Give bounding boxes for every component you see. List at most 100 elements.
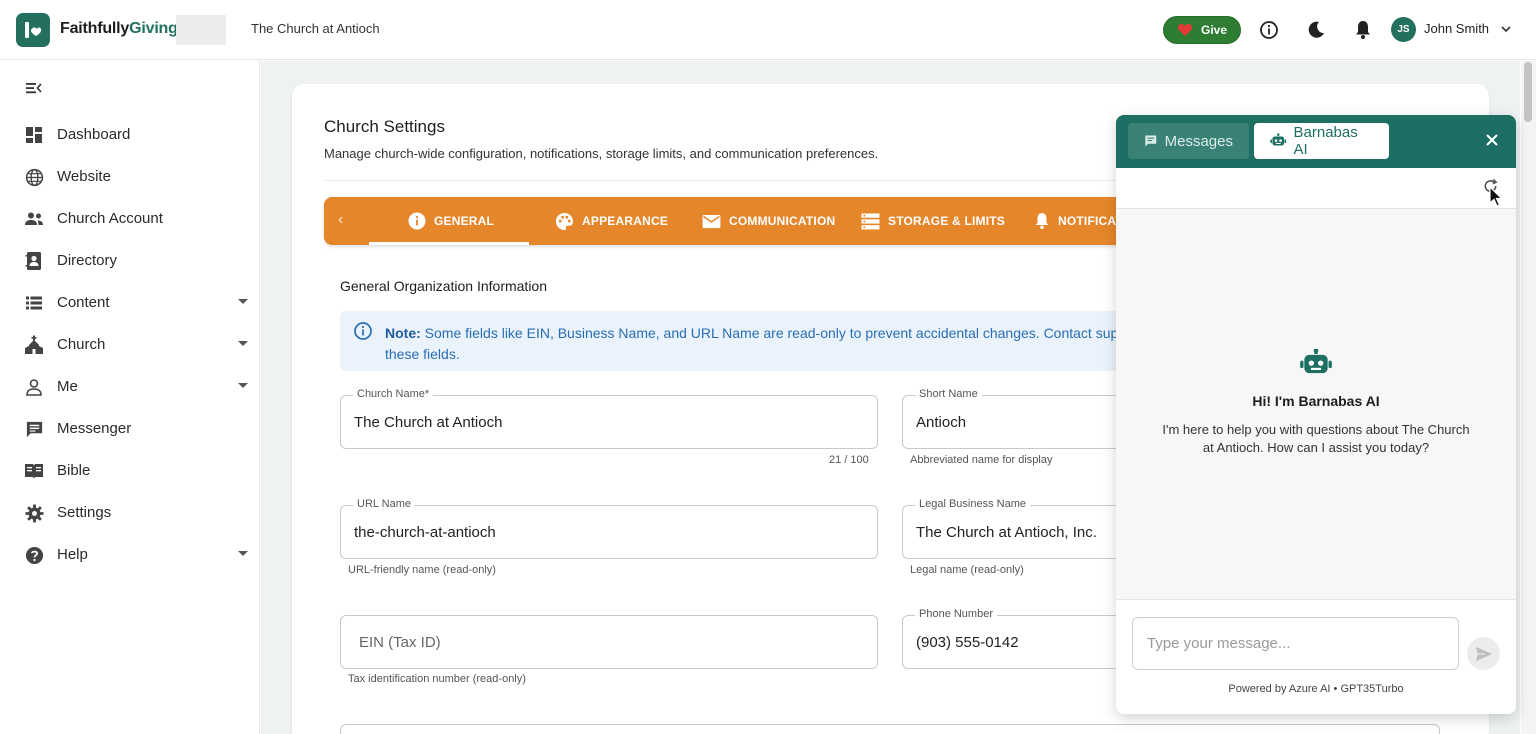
sidebar-item-label: Church <box>57 336 106 353</box>
people-icon <box>24 209 44 229</box>
field-value: (903) 555-0142 <box>916 634 1019 651</box>
page-scrollbar[interactable] <box>1521 61 1536 734</box>
url-name-field[interactable]: URL Name the-church-at-antioch <box>340 498 878 559</box>
bell-icon[interactable] <box>1351 18 1375 42</box>
send-button[interactable] <box>1467 637 1500 670</box>
sidebar-item-content[interactable]: Content <box>0 283 260 323</box>
tab-label: STORAGE & LIMITS <box>888 214 1005 228</box>
tab-general[interactable]: GENERAL <box>408 197 494 245</box>
caret-down-icon <box>238 383 248 388</box>
palette-icon <box>555 212 574 230</box>
chat-tab-label: Barnabas AI <box>1293 124 1358 158</box>
storage-icon <box>861 212 880 229</box>
tab-label: NOTIFICATIONS <box>1058 214 1124 228</box>
field-helper: Legal name (read-only) <box>910 564 1024 576</box>
info-icon <box>353 321 373 346</box>
tab-storage-limits[interactable]: STORAGE & LIMITS <box>861 197 1005 245</box>
ai-intro: I'm here to help you with questions abou… <box>1162 422 1470 455</box>
sidebar: Dashboard Website Church Account Directo… <box>0 60 260 734</box>
sidebar-item-label: Me <box>57 378 78 395</box>
sidebar-item-label: Messenger <box>57 420 132 437</box>
sidebar-item-bible[interactable]: Bible <box>0 451 260 491</box>
sidebar-item-me[interactable]: Me <box>0 367 260 407</box>
chat-tab-messages[interactable]: Messages <box>1128 123 1249 159</box>
caret-down-icon <box>238 341 248 346</box>
field-helper: Tax identification number (read-only) <box>348 673 526 685</box>
sidebar-item-website[interactable]: Website <box>0 157 260 197</box>
field-helper: Abbreviated name for display <box>910 454 1053 466</box>
person-icon <box>24 377 44 397</box>
sidebar-item-messenger[interactable]: Messenger <box>0 409 260 449</box>
heart-icon <box>1177 24 1193 36</box>
tab-appearance[interactable]: APPEARANCE <box>555 197 668 245</box>
mail-icon <box>702 214 721 228</box>
tab-communication[interactable]: COMMUNICATION <box>702 197 835 245</box>
tab-notifications[interactable]: NOTIFICATIONS <box>1034 197 1124 245</box>
gear-icon <box>24 503 44 523</box>
avatar[interactable]: JS <box>1391 17 1416 42</box>
give-button[interactable]: Give <box>1163 16 1241 44</box>
settings-tabs: ‹ GENERAL APPEARANCE COMMUNICATION STORA… <box>324 197 1124 245</box>
powered-by: Powered by Azure AI • GPT35Turbo <box>1228 683 1404 695</box>
send-icon <box>1475 646 1492 661</box>
field-value: The Church at Antioch <box>354 414 503 431</box>
tabs-scroll-left-icon[interactable]: ‹ <box>338 211 343 229</box>
sidebar-item-church-account[interactable]: Church Account <box>0 199 260 239</box>
page-title: Church Settings <box>324 117 445 136</box>
next-field[interactable] <box>340 724 1440 734</box>
chat-icon <box>24 419 44 439</box>
chat-tab-barnabas-ai[interactable]: Barnabas AI <box>1254 123 1389 159</box>
robot-icon <box>1270 133 1287 146</box>
ein-field[interactable]: EIN (Tax ID) <box>340 615 878 669</box>
divider <box>324 180 1124 181</box>
brand-part2: Giving <box>129 20 178 37</box>
brand-name[interactable]: FaithfullyGiving <box>60 20 178 38</box>
ai-greeting: Hi! I'm Barnabas AI <box>1252 393 1380 409</box>
sidebar-item-label: Help <box>57 546 88 563</box>
sidebar-item-directory[interactable]: Directory <box>0 241 260 281</box>
tab-label: APPEARANCE <box>582 214 669 228</box>
sidebar-item-church[interactable]: Church <box>0 325 260 365</box>
section-title: General Organization Information <box>340 278 547 294</box>
sidebar-item-label: Church Account <box>57 210 163 227</box>
church-name-field[interactable]: Church Name* The Church at Antioch <box>340 388 878 449</box>
field-label: Legal Business Name <box>915 498 1031 510</box>
sidebar-item-settings[interactable]: Settings <box>0 493 260 533</box>
field-value: Antioch <box>916 414 967 431</box>
chevron-down-icon[interactable] <box>1500 22 1512 40</box>
dark-mode-icon[interactable] <box>1304 18 1328 42</box>
sidebar-item-label: Content <box>57 294 110 311</box>
church-logo-placeholder <box>176 15 226 45</box>
user-name[interactable]: John Smith <box>1424 21 1489 36</box>
church-title: The Church at Antioch <box>251 21 380 36</box>
field-label: URL Name <box>353 498 415 510</box>
bell-icon <box>1035 213 1049 229</box>
help-icon <box>24 545 44 565</box>
field-value: The Church at Antioch, Inc. <box>916 524 1097 541</box>
give-label: Give <box>1200 23 1227 37</box>
active-tab-indicator <box>369 242 529 245</box>
robot-icon <box>1299 348 1333 384</box>
page-scrollbar-thumb[interactable] <box>1524 62 1532 122</box>
close-icon[interactable] <box>1484 132 1500 153</box>
field-label: Phone Number <box>915 608 997 620</box>
sidebar-item-label: Website <box>57 168 111 185</box>
sidebar-item-help[interactable]: Help <box>0 535 260 575</box>
caret-down-icon <box>238 551 248 556</box>
brand-part1: Faithfully <box>60 20 130 37</box>
chat-message-input[interactable] <box>1132 617 1459 670</box>
sidebar-item-label: Directory <box>57 252 118 269</box>
tab-label: COMMUNICATION <box>729 214 836 228</box>
page-subtitle: Manage church-wide configuration, notifi… <box>324 146 879 161</box>
field-label: Church Name* <box>353 388 434 400</box>
book-icon <box>24 461 44 481</box>
chat-tab-label: Messages <box>1164 132 1233 150</box>
chat-body: Hi! I'm Barnabas AI I'm here to help you… <box>1116 209 1516 599</box>
caret-down-icon <box>238 299 248 304</box>
collapse-menu-icon[interactable] <box>25 80 43 101</box>
field-value: the-church-at-antioch <box>354 524 496 541</box>
logo-icon[interactable] <box>16 13 50 47</box>
sidebar-item-dashboard[interactable]: Dashboard <box>0 115 260 155</box>
info-icon[interactable] <box>1257 18 1281 42</box>
chat-header: Messages Barnabas AI <box>1116 115 1516 168</box>
